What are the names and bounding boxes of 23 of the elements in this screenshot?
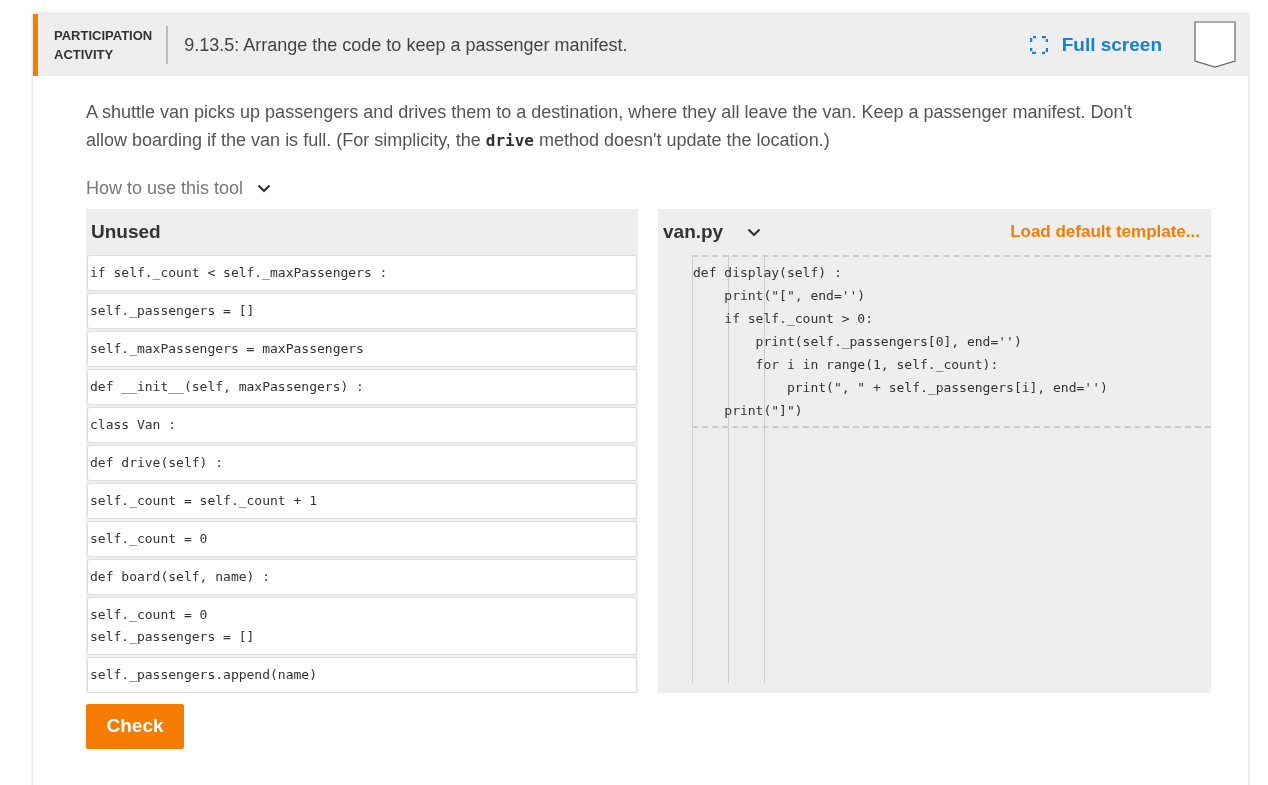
how-to-use-toggle[interactable]: How to use this tool <box>86 175 272 202</box>
placed-code-block[interactable]: def display(self) : print("[", end='') if self._count > 0: print(self._passengers[0], end='') for i in range(1, self._count): print(", " + self._passengers[i], end='') print("]") <box>692 257 1211 426</box>
activity-description: A shuttle van picks up passengers and drives them to a destination, where they all leave the van. Keep a passenger manifest. Don't allow boarding if the van is full. (For simplicity, the drive method doesn't update the location.) <box>86 101 1134 152</box>
code-block[interactable]: self._passengers.append(name) <box>87 657 637 693</box>
code-block[interactable]: self._passengers = [] <box>87 293 637 329</box>
code-block[interactable]: self._count = 0 <box>87 521 637 557</box>
expand-icon <box>1029 36 1048 54</box>
activity-title: 9.13.5: Arrange the code to keep a passenger manifest. <box>184 33 629 57</box>
code-block[interactable]: self._count = self._count + 1 <box>87 483 637 519</box>
activity-label: PARTICIPATION ACTIVITY <box>54 26 169 64</box>
file-selector[interactable]: van.py <box>663 217 762 247</box>
chevron-icon <box>257 184 272 193</box>
code-block[interactable]: self._count = 0 self._passengers = [] <box>87 597 637 655</box>
code-block[interactable]: class Van : <box>87 407 637 443</box>
code-block[interactable]: def board(self, name) : <box>87 559 637 595</box>
chevron-icon <box>747 227 762 237</box>
code-block[interactable]: def __init__(self, maxPassengers) : <box>87 369 637 405</box>
code-block[interactable]: if self._count < self._maxPassengers : <box>87 255 637 291</box>
full-screen-button[interactable]: Full screen <box>1029 30 1162 60</box>
code-block[interactable]: self._maxPassengers = maxPassengers <box>87 331 637 367</box>
code-block[interactable]: def drive(self) : <box>87 445 637 481</box>
unused-title: Unused <box>90 219 162 244</box>
bookmark-icon <box>1194 21 1236 69</box>
